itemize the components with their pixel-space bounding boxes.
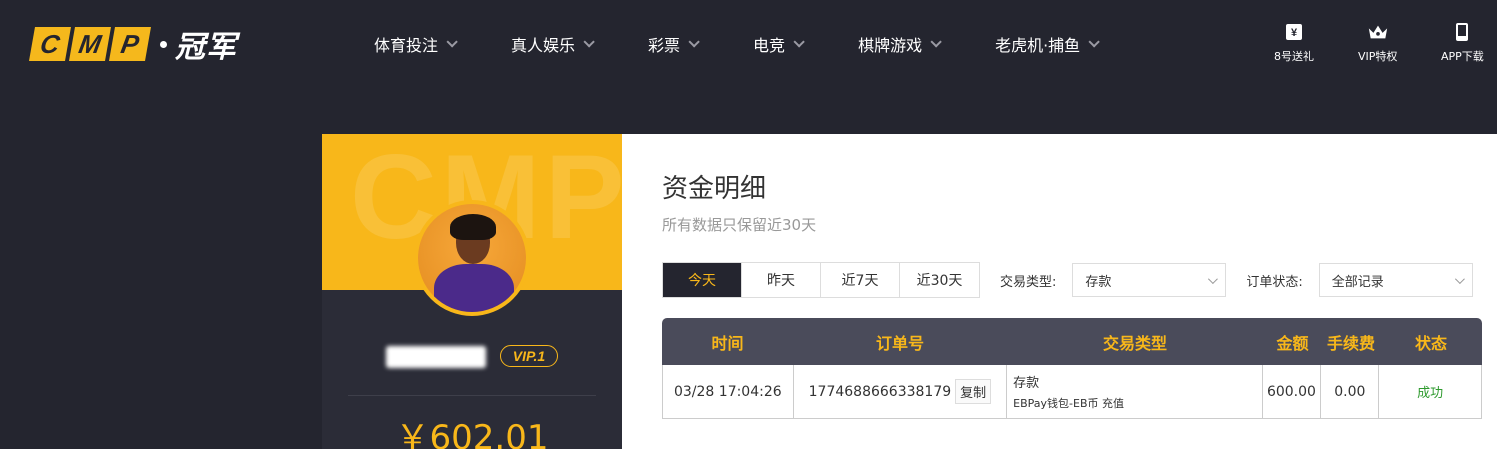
page-title: 资金明细 xyxy=(662,174,767,204)
chevron-down-icon xyxy=(583,36,595,48)
transaction-type-select[interactable]: 存款 xyxy=(1072,263,1227,297)
cell-fee: 0.00 xyxy=(1321,365,1380,418)
range-yesterday-button[interactable]: 昨天 xyxy=(742,263,821,297)
username-blurred xyxy=(386,346,486,368)
column-header: 时间 xyxy=(711,333,744,353)
vip-badge: VIP.1 xyxy=(500,345,558,367)
column-header: 订单号 xyxy=(875,333,924,353)
cell-amount: 600.00 xyxy=(1263,365,1322,418)
copy-button[interactable]: 复制 xyxy=(955,379,992,404)
column-header: 状态 xyxy=(1414,333,1447,353)
nav-item-lottery[interactable]: 彩票 xyxy=(648,32,700,56)
nav-label: 体育投注 xyxy=(374,36,439,55)
select-value: 全部记录 xyxy=(1331,274,1384,290)
account-balance: ￥602.01 xyxy=(395,418,549,449)
transaction-type-label: 交易类型: xyxy=(1000,274,1057,290)
divider xyxy=(348,395,596,396)
column-header: 手续费 xyxy=(1326,333,1375,353)
quick-link-label: 8号送礼 xyxy=(1274,50,1314,63)
avatar[interactable] xyxy=(414,200,530,316)
table-header: 时间 订单号 交易类型 金额 手续费 状态 xyxy=(662,318,1482,365)
page-subtitle: 所有数据只保留近30天 xyxy=(662,216,817,234)
chevron-down-icon xyxy=(930,36,942,48)
order-status-select[interactable]: 全部记录 xyxy=(1318,263,1473,297)
nav-label: 棋牌游戏 xyxy=(858,36,923,55)
logo[interactable]: C M P 冠军 xyxy=(29,24,237,65)
nav-item-live-casino[interactable]: 真人娱乐 xyxy=(511,32,595,56)
filter-bar: 今天 昨天 近7天 近30天 交易类型: 存款 订单状态: 全部记录 xyxy=(662,262,1473,298)
chevron-down-icon xyxy=(793,36,805,48)
column-header: 金额 xyxy=(1276,333,1309,353)
order-number: 1774688666338179 xyxy=(808,383,952,400)
cell-time: 03/28 17:04:26 xyxy=(663,365,794,418)
status-badge: 成功 xyxy=(1417,386,1444,401)
phone-icon xyxy=(1451,22,1473,42)
logo-letter: M xyxy=(69,27,111,61)
quick-link-label: APP下载 xyxy=(1441,50,1484,63)
fund-details-panel: 资金明细 所有数据只保留近30天 今天 昨天 近7天 近30天 交易类型: 存款… xyxy=(622,134,1497,449)
chevron-down-icon xyxy=(1208,273,1219,284)
quick-link-vip[interactable]: VIP特权 xyxy=(1358,22,1397,64)
crown-icon xyxy=(1367,22,1389,42)
chevron-down-icon xyxy=(688,36,700,48)
nav-item-sports[interactable]: 体育投注 xyxy=(374,32,458,56)
nav-label: 电竞 xyxy=(753,36,786,55)
nav-item-esports[interactable]: 电竞 xyxy=(753,32,805,56)
chevron-down-icon xyxy=(446,36,458,48)
transaction-type: 存款 xyxy=(1013,376,1040,391)
order-status-label: 订单状态: xyxy=(1246,274,1303,290)
select-value: 存款 xyxy=(1085,274,1112,290)
logo-letter: C xyxy=(29,27,71,61)
cell-type: 存款 EBPay钱包-EB币 充值 xyxy=(1007,365,1263,418)
range-7days-button[interactable]: 近7天 xyxy=(821,263,900,297)
range-30days-button[interactable]: 近30天 xyxy=(900,263,979,297)
table-row: 03/28 17:04:26 1774688666338179 复制 存款 EB… xyxy=(662,365,1482,419)
main-nav: 体育投注 真人娱乐 彩票 电竞 棋牌游戏 老虎机·捕鱼 xyxy=(374,0,1153,88)
logo-text: 冠军 xyxy=(175,30,237,65)
profile-card: CMP VIP.1 ￥602.01 xyxy=(322,134,622,449)
ticket-icon: ¥ xyxy=(1283,22,1305,42)
transactions-table: 时间 订单号 交易类型 金额 手续费 状态 03/28 17:04:26 177… xyxy=(662,318,1482,419)
nav-label: 彩票 xyxy=(648,36,681,55)
cell-order: 1774688666338179 复制 xyxy=(794,365,1008,418)
chevron-down-icon xyxy=(1088,36,1100,48)
logo-letter: P xyxy=(109,27,151,61)
chevron-down-icon xyxy=(1454,273,1465,284)
quick-link-gift[interactable]: ¥ 8号送礼 xyxy=(1274,22,1314,64)
nav-item-slots-fishing[interactable]: 老虎机·捕鱼 xyxy=(995,32,1100,56)
nav-item-card-games[interactable]: 棋牌游戏 xyxy=(858,32,942,56)
column-header: 交易类型 xyxy=(1102,333,1167,353)
range-today-button[interactable]: 今天 xyxy=(663,263,742,297)
transaction-detail: EBPay钱包-EB币 充值 xyxy=(1013,397,1124,410)
date-range-selector: 今天 昨天 近7天 近30天 xyxy=(662,262,980,298)
logo-dot xyxy=(160,40,167,48)
cell-status: 成功 xyxy=(1379,365,1481,418)
avatar-image xyxy=(418,204,526,312)
nav-label: 老虎机·捕鱼 xyxy=(995,36,1081,55)
top-header: C M P 冠军 体育投注 真人娱乐 彩票 电竞 棋牌游戏 老虎机·捕鱼 ¥ 8… xyxy=(0,0,1497,88)
nav-label: 真人娱乐 xyxy=(511,36,576,55)
quick-link-label: VIP特权 xyxy=(1358,50,1398,63)
quick-link-app[interactable]: APP下载 xyxy=(1441,22,1484,64)
svg-text:¥: ¥ xyxy=(1291,27,1298,39)
